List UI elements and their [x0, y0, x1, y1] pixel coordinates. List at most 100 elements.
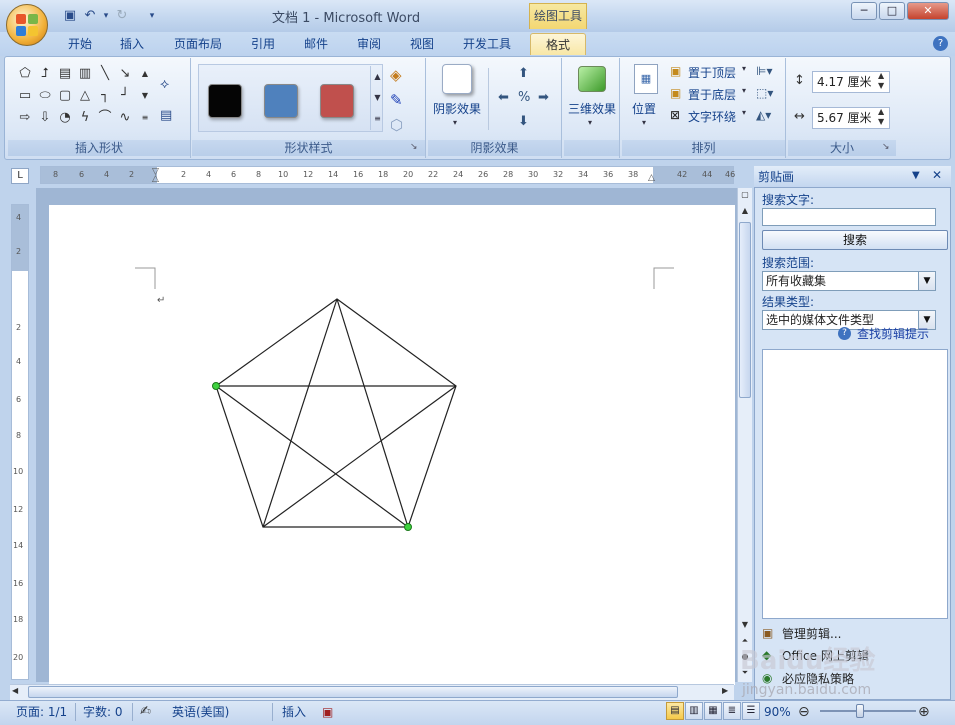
tab-references[interactable]: 引用 [244, 33, 282, 55]
customize-qat-icon[interactable]: ▾ [144, 8, 160, 24]
vertical-scroll-thumb[interactable] [739, 222, 751, 398]
width-spinner[interactable]: ▲ ▼ [878, 107, 884, 127]
task-pane-close-icon[interactable]: ✕ [932, 168, 942, 182]
maximize-button[interactable]: □ [879, 2, 905, 20]
zoom-slider-track[interactable] [820, 710, 916, 712]
scroll-down-icon[interactable]: ▼ [738, 618, 752, 632]
align-icon[interactable]: ⊫▾ [756, 64, 772, 78]
pentagram-shape[interactable] [215, 298, 457, 528]
language-status[interactable]: 英语(美国) [172, 703, 229, 721]
right-arrow-shape-icon[interactable]: ⇨ [16, 108, 34, 128]
horizontal-ruler[interactable]: 8 6 4 2 2 4 6 8 10 12 14 16 18 20 22 24 … [40, 166, 735, 184]
size-dialog-launcher-icon[interactable]: ↘ [882, 142, 890, 152]
zoom-in-icon[interactable]: ⊕ [918, 703, 930, 721]
tab-format[interactable]: 格式 [530, 33, 586, 55]
document-page[interactable]: ↵ [49, 205, 735, 685]
search-scope-select[interactable]: 所有收藏集 ▼ [762, 271, 936, 291]
shadow-effects-button[interactable]: 阴影效果 [433, 100, 481, 117]
chevron-down-icon[interactable]: ▼ [918, 272, 935, 290]
tab-mailings[interactable]: 邮件 [296, 33, 336, 55]
proofing-icon[interactable]: ✍ [140, 703, 151, 721]
rectangle-shape-icon[interactable]: ▭ [16, 86, 34, 106]
bring-to-front-button[interactable]: 置于顶层 [688, 64, 736, 81]
tab-insert[interactable]: 插入 [112, 33, 152, 55]
text-wrap-button[interactable]: 文字环绕 [688, 108, 736, 125]
office-button[interactable] [6, 4, 48, 46]
textbox-shape-icon[interactable]: ▤ [56, 64, 74, 84]
style-swatch-blue[interactable] [264, 84, 298, 118]
tab-home[interactable]: 开始 [58, 33, 102, 55]
draft-view-button[interactable]: ☰ [742, 702, 760, 720]
undo-dropdown-icon[interactable]: ▾ [98, 8, 114, 24]
web-layout-button[interactable]: ▦ [704, 702, 722, 720]
task-pane-options-icon[interactable]: ▼ [912, 170, 920, 181]
zoom-out-icon[interactable]: ⊖ [798, 703, 810, 721]
elbow-arrow-shape-icon[interactable]: ⮥ [36, 64, 54, 84]
word-count-status[interactable]: 字数: 0 [83, 703, 123, 721]
3d-effects-button[interactable]: 三维效果 [568, 100, 616, 117]
shape-handle-end[interactable] [404, 523, 412, 531]
position-dropdown-icon[interactable]: ▾ [642, 118, 646, 127]
group-objects-icon[interactable]: ⬚▾ [756, 86, 773, 100]
3d-dropdown-icon[interactable]: ▾ [588, 118, 592, 127]
shadow-effects-icon[interactable] [442, 64, 472, 94]
text-wrap-dropdown-icon[interactable]: ▾ [742, 108, 746, 117]
tab-developer[interactable]: 开发工具 [454, 33, 520, 55]
pentagon-shape-icon[interactable]: ⬠ [16, 64, 34, 84]
gallery-scroll-down-icon[interactable]: ▼ [136, 86, 154, 106]
help-icon[interactable]: ? [933, 36, 948, 51]
scroll-right-icon[interactable]: ▶ [722, 686, 728, 695]
horizontal-scrollbar[interactable]: ◀ ▶ [10, 684, 734, 700]
arc-shape-icon[interactable]: ⌒ [96, 108, 114, 128]
nudge-right-icon[interactable]: ➡ [538, 90, 549, 105]
elbow-connector-shape-icon[interactable]: ┐ [96, 86, 114, 106]
tab-page-layout[interactable]: 页面布局 [164, 33, 232, 55]
zoom-slider-thumb[interactable] [856, 704, 864, 718]
triangle-shape-icon[interactable]: △ [76, 86, 94, 106]
undo-icon[interactable]: ↶ [82, 8, 98, 24]
edit-shape-icon[interactable]: ⟡ [160, 76, 169, 92]
clip-results-box[interactable] [762, 349, 948, 619]
clip-tips-link[interactable]: 查找剪辑提示 [857, 325, 929, 342]
style-swatch-black[interactable] [208, 84, 242, 118]
full-screen-reading-button[interactable]: ▥ [685, 702, 703, 720]
minimize-button[interactable]: ─ [851, 2, 877, 20]
save-icon[interactable]: ▣ [62, 8, 78, 24]
right-indent-marker[interactable]: △ [648, 173, 655, 183]
create-textbox-icon[interactable]: ▤ [160, 108, 172, 123]
search-button[interactable]: 搜索 [762, 230, 948, 250]
position-button[interactable]: 位置 [632, 100, 656, 117]
position-icon[interactable]: ▦ [634, 64, 658, 94]
outline-view-button[interactable]: ≣ [723, 702, 741, 720]
3d-effects-icon[interactable] [578, 66, 606, 92]
shadow-toggle-icon[interactable]: % [518, 90, 530, 105]
nudge-left-icon[interactable]: ⬅ [498, 90, 509, 105]
change-shape-icon[interactable]: ⬡ [390, 116, 403, 134]
curve-shape-icon[interactable]: ∿ [116, 108, 134, 128]
vertical-ruler[interactable]: 4 2 2 4 6 8 10 12 14 16 18 20 [11, 204, 29, 680]
insert-mode-status[interactable]: 插入 [282, 703, 306, 721]
left-indent-marker[interactable]: △ [152, 174, 159, 184]
search-text-input[interactable] [762, 208, 936, 226]
close-button[interactable]: ✕ [907, 2, 949, 20]
shape-fill-icon[interactable]: ◈ [390, 66, 402, 84]
rotate-icon[interactable]: ◭▾ [756, 108, 771, 122]
gallery-more-icon[interactable]: ≡ [136, 108, 154, 128]
tab-view[interactable]: 视图 [402, 33, 442, 55]
shape-outline-icon[interactable]: ✎ [390, 91, 403, 109]
send-back-dropdown-icon[interactable]: ▾ [742, 86, 746, 95]
view-ruler-icon[interactable]: ▢ [738, 188, 752, 202]
bring-front-dropdown-icon[interactable]: ▾ [742, 64, 746, 73]
send-to-back-button[interactable]: 置于底层 [688, 86, 736, 103]
lightning-shape-icon[interactable]: ϟ [76, 108, 94, 128]
page-count-status[interactable]: 页面: 1/1 [16, 703, 67, 721]
scroll-left-icon[interactable]: ◀ [12, 686, 18, 695]
format-dialog-launcher-icon[interactable]: ↘ [410, 142, 418, 152]
vertical-textbox-shape-icon[interactable]: ▥ [76, 64, 94, 84]
shadow-dropdown-icon[interactable]: ▾ [453, 118, 457, 127]
macro-record-icon[interactable]: ▣ [322, 703, 333, 721]
callout-shape-icon[interactable]: ◔ [56, 108, 74, 128]
arrow-line-shape-icon[interactable]: ↘ [116, 64, 134, 84]
tab-selector[interactable]: L [11, 168, 29, 184]
height-spinner[interactable]: ▲ ▼ [878, 71, 884, 91]
